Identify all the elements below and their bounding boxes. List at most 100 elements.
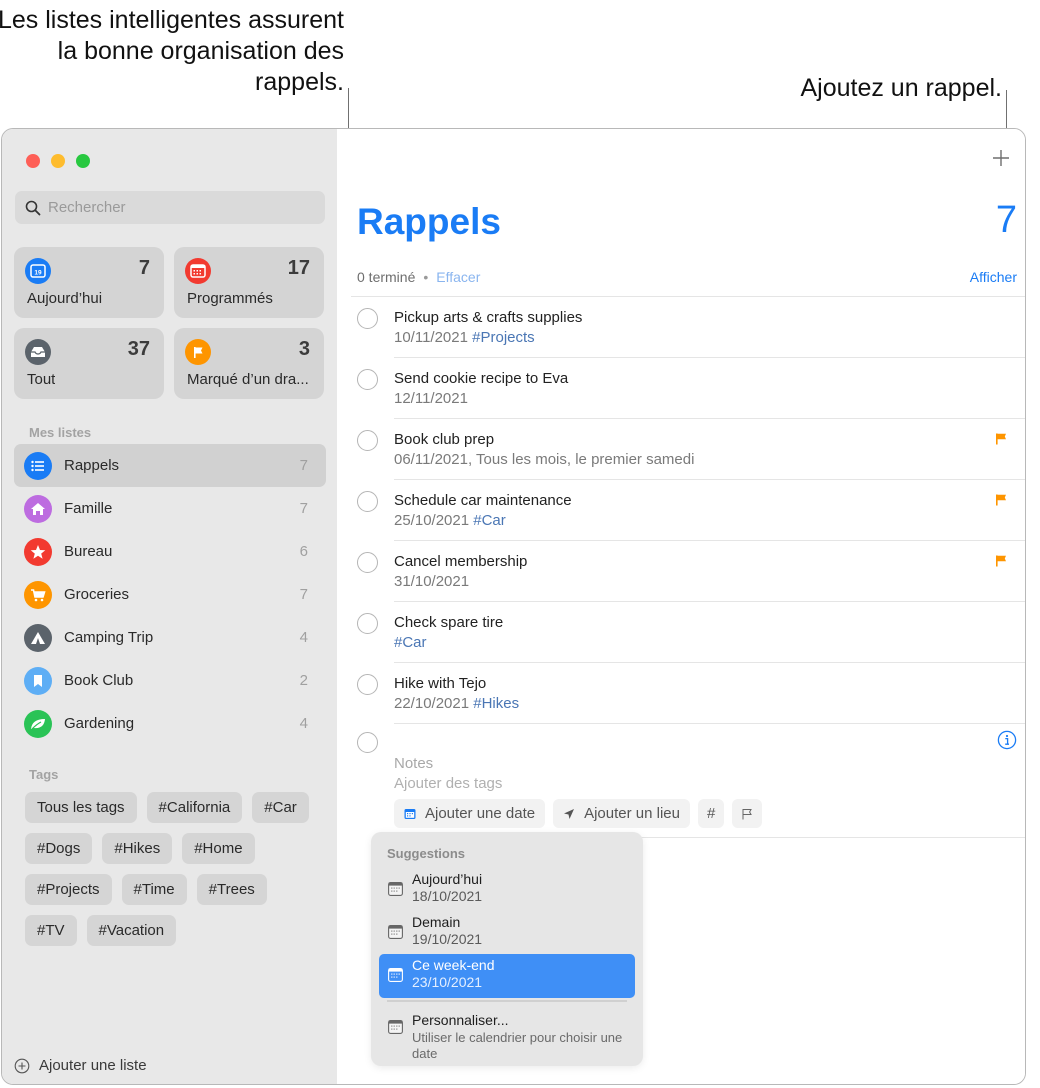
smart-list-today[interactable]: 19 7 Aujourd’hui xyxy=(14,247,164,318)
info-icon[interactable] xyxy=(997,730,1017,750)
my-lists: Rappels 7 Famille 7 Bureau 6 Groceries 7… xyxy=(14,444,326,745)
tag-chip[interactable]: #Time xyxy=(121,874,187,905)
smart-list-label: Aujourd’hui xyxy=(27,290,103,307)
zoom-window-button[interactable] xyxy=(76,154,90,168)
cart-icon xyxy=(24,580,52,609)
reminder-tag[interactable]: #Projects xyxy=(472,329,535,346)
reminder-row[interactable]: Book club prep 06/11/2021, Tous les mois… xyxy=(337,419,1025,480)
complete-checkbox[interactable] xyxy=(357,552,378,573)
calendar-icon xyxy=(185,258,211,284)
tag-chip[interactable]: Tous les tags xyxy=(25,792,137,823)
reminder-row[interactable]: Check spare tire #Car xyxy=(337,602,1025,663)
show-completed-button[interactable]: Afficher xyxy=(970,269,1017,285)
minimize-window-button[interactable] xyxy=(51,154,65,168)
reminder-tag[interactable]: #Car xyxy=(473,512,506,529)
suggestion-date: 18/10/2021 xyxy=(412,888,483,904)
sidebar-item-famille[interactable]: Famille 7 xyxy=(14,487,326,530)
notes-input[interactable]: Notes xyxy=(394,755,433,772)
reminder-tag[interactable]: #Hikes xyxy=(473,695,519,712)
sidebar-item-rappels[interactable]: Rappels 7 xyxy=(14,444,326,487)
add-list-button[interactable]: Ajouter une liste xyxy=(14,1057,147,1074)
sidebar-item-gardening[interactable]: Gardening 4 xyxy=(14,702,326,745)
smart-list-all[interactable]: 37 Tout xyxy=(14,328,164,399)
add-reminder-button[interactable] xyxy=(989,146,1013,170)
tag-chip[interactable]: #California xyxy=(146,792,243,823)
add-tag-button[interactable]: # xyxy=(698,799,725,828)
status-separator: • xyxy=(423,269,429,285)
reminder-tag[interactable]: #Car xyxy=(394,634,427,651)
date-suggestions-popup: Suggestions Aujourd’hui 18/10/2021 Demai… xyxy=(371,832,643,1066)
reminder-row[interactable]: Cancel membership 31/10/2021 xyxy=(337,541,1025,602)
close-window-button[interactable] xyxy=(26,154,40,168)
reminder-row[interactable]: Schedule car maintenance 25/10/2021 #Car xyxy=(337,480,1025,541)
list-count: 4 xyxy=(299,715,308,732)
reminder-date: 06/11/2021, Tous les mois, le premier sa… xyxy=(394,451,695,468)
reminder-title[interactable]: Cancel membership xyxy=(394,553,527,570)
smart-list-flagged[interactable]: 3 Marqué d’un dra... xyxy=(174,328,324,399)
tag-chip[interactable]: #Projects xyxy=(25,874,112,905)
suggestion-label: Personnaliser... xyxy=(412,1012,509,1028)
star-icon xyxy=(24,537,52,566)
reminder-title[interactable]: Book club prep xyxy=(394,431,494,448)
tag-chip[interactable]: #Home xyxy=(182,833,255,864)
clear-completed-button[interactable]: Effacer xyxy=(436,269,480,285)
reminder-title[interactable]: Schedule car maintenance xyxy=(394,492,572,509)
calendar-icon xyxy=(404,808,416,819)
suggestion-weekend[interactable]: Ce week-end 23/10/2021 xyxy=(379,954,635,998)
callout-add-reminder: Ajoutez un rappel. xyxy=(800,74,1002,102)
sidebar-item-groceries[interactable]: Groceries 7 xyxy=(14,573,326,616)
reminder-title[interactable]: Send cookie recipe to Eva xyxy=(394,370,568,387)
reminder-title[interactable]: Pickup arts & crafts supplies xyxy=(394,309,582,326)
add-location-button[interactable]: Ajouter un lieu xyxy=(553,799,690,828)
complete-checkbox[interactable] xyxy=(357,674,378,695)
tag-chip[interactable]: #TV xyxy=(25,915,77,946)
list-label: Famille xyxy=(64,500,113,517)
smart-lists: 19 7 Aujourd’hui 17 Programmés 37 Tout 3… xyxy=(14,247,326,399)
suggestion-today[interactable]: Aujourd’hui 18/10/2021 xyxy=(379,868,635,912)
complete-checkbox[interactable] xyxy=(357,430,378,451)
suggestion-date: 19/10/2021 xyxy=(412,931,483,947)
sidebar-item-book-club[interactable]: Book Club 2 xyxy=(14,659,326,702)
reminder-row[interactable]: Hike with Tejo 22/10/2021 #Hikes xyxy=(337,663,1025,724)
tag-chip[interactable]: #Trees xyxy=(196,874,267,905)
tag-chip[interactable]: #Vacation xyxy=(86,915,177,946)
list-label: Bureau xyxy=(64,543,113,560)
tag-browser: Tous les tags #California #Car #Dogs #Hi… xyxy=(25,792,325,946)
complete-checkbox[interactable] xyxy=(357,369,378,390)
reminder-title[interactable]: Hike with Tejo xyxy=(394,675,486,692)
tags-input[interactable]: Ajouter des tags xyxy=(394,775,502,792)
new-reminder-editor: Notes Ajouter des tags Ajouter une date … xyxy=(337,724,1025,838)
suggestions-heading: Suggestions xyxy=(387,846,466,861)
reminder-date: 31/10/2021 xyxy=(394,573,470,590)
list-count: 7 xyxy=(299,500,308,517)
list-count: 4 xyxy=(299,629,308,646)
reminder-row[interactable]: Send cookie recipe to Eva 12/11/2021 xyxy=(337,358,1025,419)
complete-checkbox[interactable] xyxy=(357,732,378,753)
add-date-button[interactable]: Ajouter une date xyxy=(394,799,546,828)
tag-chip[interactable]: #Hikes xyxy=(102,833,173,864)
complete-checkbox[interactable] xyxy=(357,491,378,512)
smart-list-label: Tout xyxy=(27,371,56,388)
reminder-row[interactable]: Pickup arts & crafts supplies 10/11/2021… xyxy=(337,297,1025,358)
search-input[interactable]: Rechercher xyxy=(15,191,325,224)
sidebar-item-bureau[interactable]: Bureau 6 xyxy=(14,530,326,573)
suggestion-description: Utiliser le calendrier pour choisir une … xyxy=(412,1030,623,1061)
calendar-icon xyxy=(388,882,403,896)
sidebar-item-camping-trip[interactable]: Camping Trip 4 xyxy=(14,616,326,659)
complete-checkbox[interactable] xyxy=(357,613,378,634)
reminder-title[interactable]: Check spare tire xyxy=(394,614,503,631)
house-icon xyxy=(24,494,52,523)
flag-icon xyxy=(996,433,1006,445)
tag-chip[interactable]: #Car xyxy=(252,792,309,823)
smart-list-scheduled[interactable]: 17 Programmés xyxy=(174,247,324,318)
calendar-icon xyxy=(388,1020,403,1034)
leaf-icon xyxy=(24,709,52,738)
suggestion-label: Demain xyxy=(412,914,461,930)
callout-smart-lists: Les listes intelligentes assurent la bon… xyxy=(0,6,344,96)
suggestion-tomorrow[interactable]: Demain 19/10/2021 xyxy=(379,911,635,955)
smart-list-label: Programmés xyxy=(187,290,273,307)
tag-chip[interactable]: #Dogs xyxy=(25,833,93,864)
complete-checkbox[interactable] xyxy=(357,308,378,329)
flag-button[interactable] xyxy=(732,799,763,828)
smart-list-count: 37 xyxy=(127,338,150,360)
